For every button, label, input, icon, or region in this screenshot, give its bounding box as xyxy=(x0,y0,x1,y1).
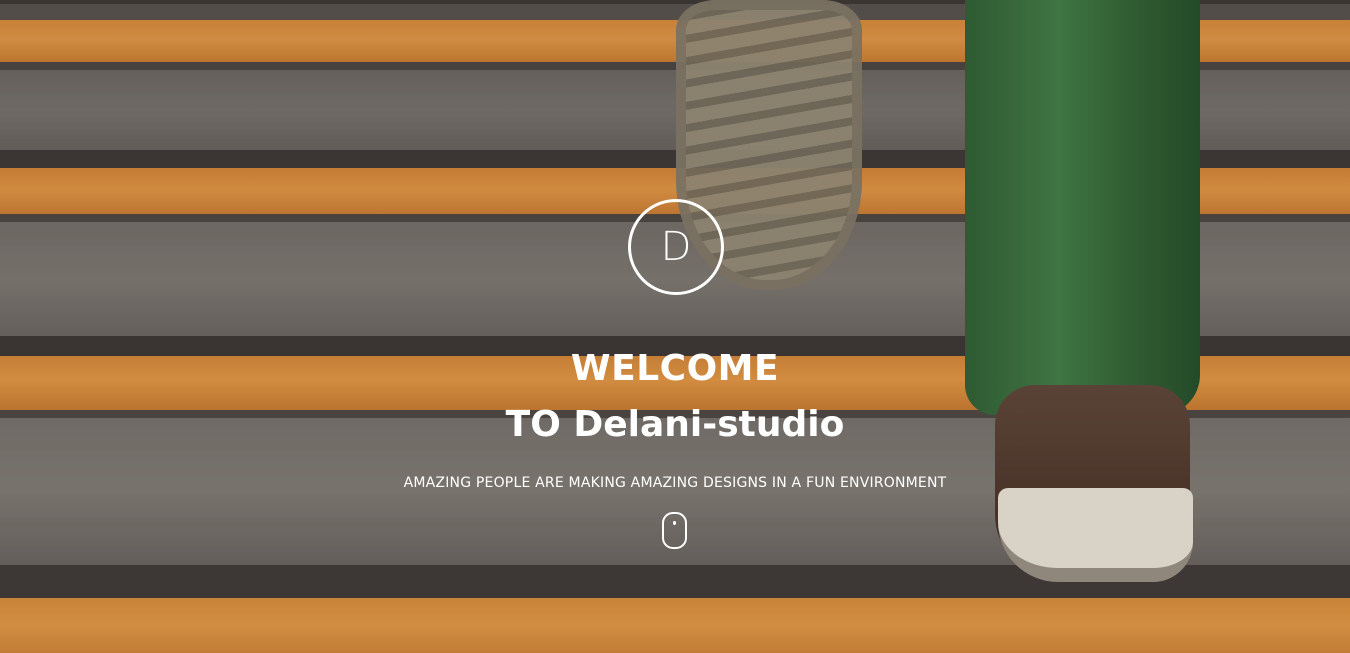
logo-circle[interactable]: D xyxy=(628,199,724,295)
hero-title-line2: TO Delani-studio xyxy=(505,404,845,445)
hero-section: D WELCOME TO Delani-studio AMAZING PEOPL… xyxy=(0,0,1350,653)
hero-tagline: AMAZING PEOPLE ARE MAKING AMAZING DESIGN… xyxy=(403,475,947,491)
hero-title-line1: WELCOME xyxy=(570,348,780,389)
mouse-wheel xyxy=(673,521,676,525)
mouse-scroll-icon[interactable] xyxy=(662,512,687,549)
hero-content: D WELCOME TO Delani-studio AMAZING PEOPL… xyxy=(0,0,1350,653)
logo-letter: D xyxy=(660,224,692,270)
